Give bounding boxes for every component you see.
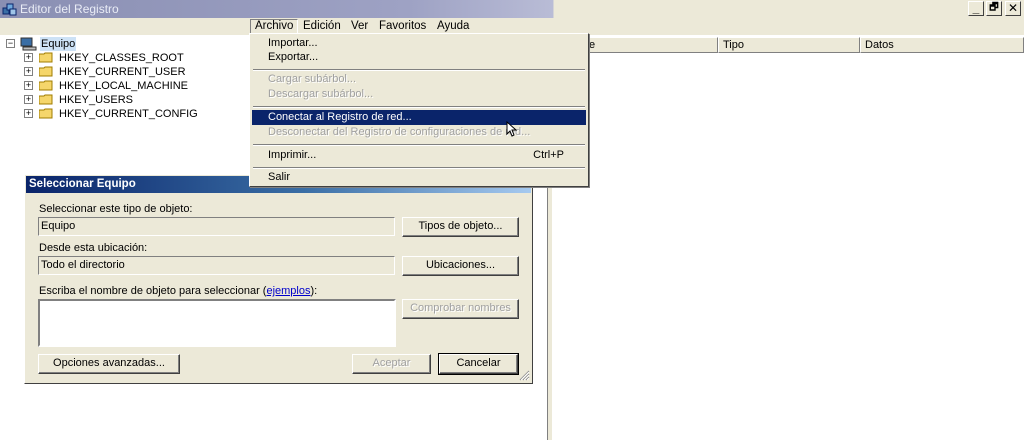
- object-name-input[interactable]: [38, 299, 396, 347]
- menu-item-conectar-registro[interactable]: Conectar al Registro de red...: [252, 110, 586, 125]
- values-list-pane[interactable]: e Tipo Datos: [552, 35, 1024, 440]
- menu-item-salir[interactable]: Salir: [252, 170, 586, 185]
- expand-icon[interactable]: +: [24, 109, 33, 118]
- folder-icon: [39, 80, 53, 91]
- object-name-label-suffix: ):: [310, 285, 318, 297]
- folder-icon: [39, 94, 53, 105]
- dialog-title: Seleccionar Equipo: [29, 178, 136, 190]
- folder-icon: [39, 108, 53, 119]
- archivo-menu-dropdown: Importar... Exportar... Cargar subárbol.…: [249, 33, 589, 187]
- menu-item-cargar-subarbol[interactable]: Cargar subárbol...: [252, 72, 586, 87]
- registry-editor-icon: [2, 3, 17, 16]
- tree-item-label: HKEY_CLASSES_ROOT: [59, 52, 184, 64]
- expand-icon[interactable]: +: [24, 53, 33, 62]
- expand-icon[interactable]: +: [24, 95, 33, 104]
- tree-item-label: HKEY_CURRENT_USER: [59, 66, 186, 78]
- cancel-button[interactable]: Cancelar: [438, 353, 519, 375]
- object-types-button[interactable]: Tipos de objeto...: [402, 217, 519, 237]
- folder-icon: [39, 52, 53, 63]
- expand-icon[interactable]: +: [24, 67, 33, 76]
- object-name-label: Escriba el nombre de objeto para selecci…: [39, 285, 317, 297]
- mouse-cursor-icon: [506, 121, 518, 137]
- resize-grip-icon[interactable]: [519, 370, 530, 381]
- collapse-icon[interactable]: −: [6, 39, 15, 48]
- menu-separator: [253, 106, 585, 108]
- menu-item-importar[interactable]: Importar...: [252, 36, 586, 51]
- ok-button[interactable]: Aceptar: [352, 354, 431, 374]
- menu-favoritos[interactable]: Favoritos: [375, 19, 430, 34]
- window-title: Editor del Registro: [20, 2, 119, 16]
- menu-archivo[interactable]: Archivo: [250, 19, 299, 34]
- check-names-button[interactable]: Comprobar nombres: [402, 299, 519, 319]
- location-field: Todo el directorio: [38, 256, 395, 275]
- menu-item-descargar-subarbol[interactable]: Descargar subárbol...: [252, 87, 586, 102]
- restore-button[interactable]: 🗗: [986, 1, 1002, 16]
- menu-separator: [253, 167, 585, 169]
- close-button[interactable]: ✕: [1005, 1, 1021, 16]
- menu-edicion[interactable]: Edición: [299, 19, 345, 34]
- shortcut-label: Ctrl+P: [533, 149, 564, 161]
- tree-item-label: HKEY_USERS: [59, 94, 133, 106]
- computer-icon: [20, 37, 37, 51]
- menu-item-desconectar-registro[interactable]: Desconectar del Registro de configuracio…: [252, 125, 586, 140]
- title-bar[interactable]: Editor del Registro _ 🗗 ✕: [0, 0, 1024, 18]
- object-type-field: Equipo: [38, 217, 395, 236]
- tree-item-label: HKEY_CURRENT_CONFIG: [59, 108, 198, 120]
- examples-link[interactable]: ejemplos: [266, 285, 310, 297]
- minimize-button[interactable]: _: [968, 1, 984, 16]
- expand-icon[interactable]: +: [24, 81, 33, 90]
- select-computer-dialog: Seleccionar Equipo Seleccionar este tipo…: [24, 174, 533, 384]
- menu-item-label: Imprimir...: [268, 149, 317, 161]
- folder-icon: [39, 66, 53, 77]
- menu-separator: [253, 69, 585, 71]
- advanced-options-button[interactable]: Opciones avanzadas...: [38, 354, 180, 374]
- column-header-data[interactable]: Datos: [860, 37, 1024, 53]
- object-name-label-text: Escriba el nombre de objeto para selecci…: [39, 285, 267, 297]
- menu-item-imprimir[interactable]: Imprimir... Ctrl+P: [252, 148, 586, 163]
- column-header-type[interactable]: Tipo: [718, 37, 860, 53]
- menu-item-exportar[interactable]: Exportar...: [252, 50, 586, 65]
- locations-button[interactable]: Ubicaciones...: [402, 256, 519, 276]
- tree-item-label: HKEY_LOCAL_MACHINE: [59, 80, 188, 92]
- menu-ayuda[interactable]: Ayuda: [433, 19, 473, 34]
- object-type-label: Seleccionar este tipo de objeto:: [39, 203, 193, 215]
- menu-separator: [253, 144, 585, 146]
- tree-root-label: Equipo: [40, 37, 77, 51]
- location-label: Desde esta ubicación:: [39, 242, 148, 254]
- menu-ver[interactable]: Ver: [347, 19, 372, 34]
